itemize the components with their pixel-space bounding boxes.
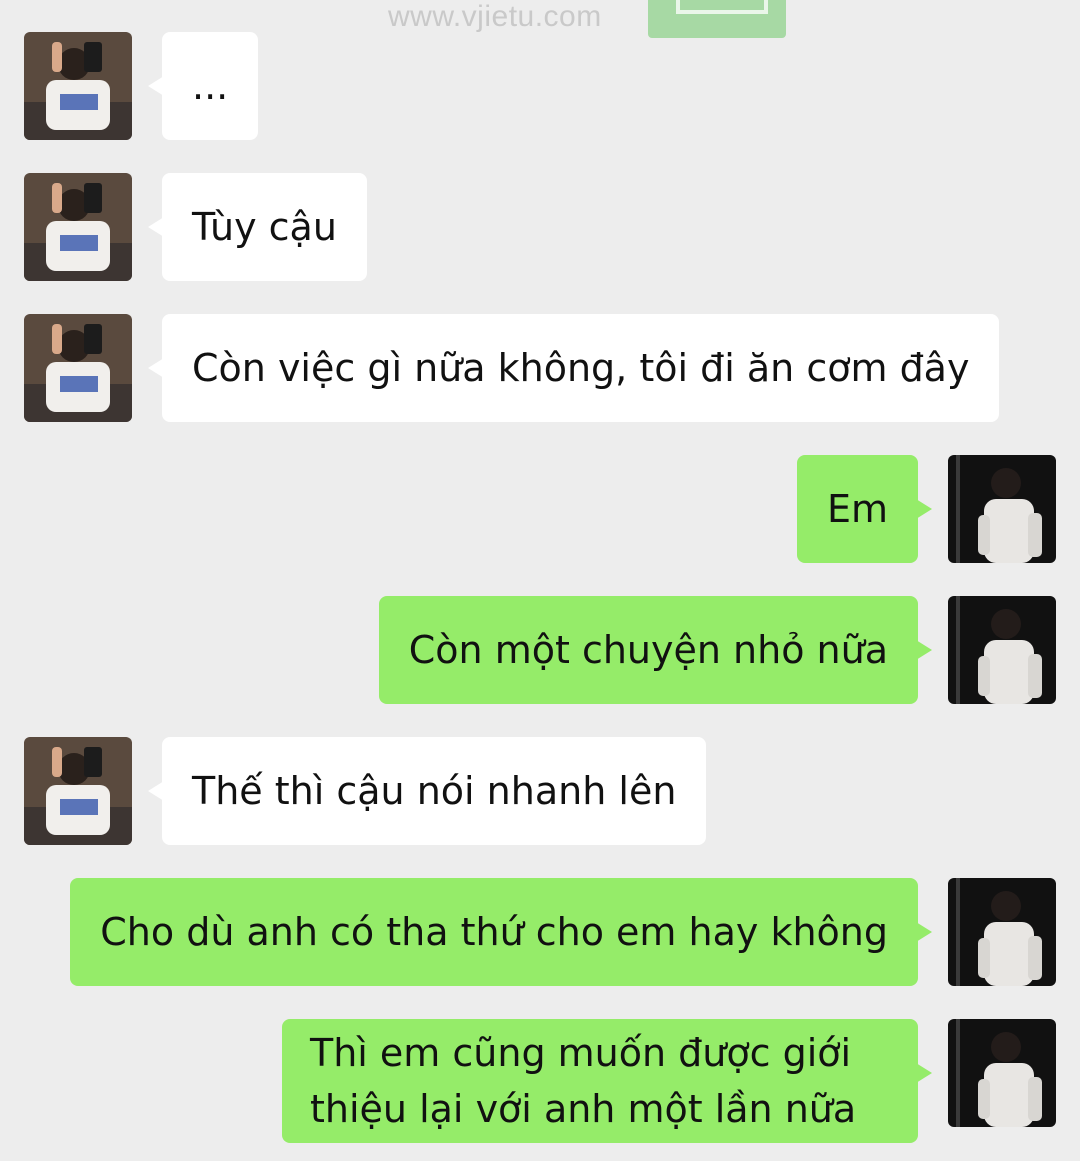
self-avatar[interactable] (948, 455, 1056, 563)
contact-avatar-icon (24, 737, 132, 845)
watermark-logo (648, 0, 786, 38)
received-message-bubble[interactable]: Tùy cậu (148, 173, 367, 281)
contact-avatar[interactable] (24, 173, 132, 281)
self-avatar[interactable] (948, 596, 1056, 704)
message-text: Thì em cũng muốn được giới thiệu lại với… (310, 1031, 857, 1131)
received-message-bubble[interactable]: Còn việc gì nữa không, tôi đi ăn cơm đây (147, 314, 1000, 422)
received-message-bubble[interactable]: ... (147, 32, 259, 140)
contact-avatar[interactable] (24, 314, 132, 422)
self-avatar-icon (948, 1019, 1056, 1127)
message-text: Em (826, 487, 888, 531)
watermark-text: www.vjietu.com (388, 0, 602, 33)
sent-message-bubble[interactable]: Em (796, 455, 933, 563)
sent-message-bubble[interactable]: Cho dù anh có tha thứ cho em hay không (70, 878, 932, 986)
sent-message-bubble[interactable]: Còn một chuyện nhỏ nữa (378, 596, 933, 704)
self-avatar-icon (948, 596, 1056, 704)
message-text: Còn việc gì nữa không, tôi đi ăn cơm đây (192, 346, 970, 390)
contact-avatar[interactable] (24, 737, 132, 845)
message-text: Còn một chuyện nhỏ nữa (408, 628, 888, 672)
message-text: Thế thì cậu nói nhanh lên (192, 769, 677, 813)
self-avatar[interactable] (948, 878, 1056, 986)
self-avatar[interactable] (948, 1019, 1056, 1127)
contact-avatar[interactable] (24, 32, 132, 140)
message-text: Cho dù anh có tha thứ cho em hay không (100, 910, 888, 954)
contact-avatar-icon (24, 173, 132, 281)
message-text: Tùy cậu (192, 205, 337, 249)
contact-avatar-icon (24, 314, 132, 422)
sent-message-bubble[interactable]: Thì em cũng muốn được giới thiệu lại với… (282, 1019, 932, 1143)
contact-avatar-icon (24, 32, 132, 140)
message-text: ... (192, 64, 229, 108)
received-message-bubble[interactable]: Thế thì cậu nói nhanh lên (147, 737, 707, 845)
self-avatar-icon (948, 878, 1056, 986)
self-avatar-icon (948, 455, 1056, 563)
